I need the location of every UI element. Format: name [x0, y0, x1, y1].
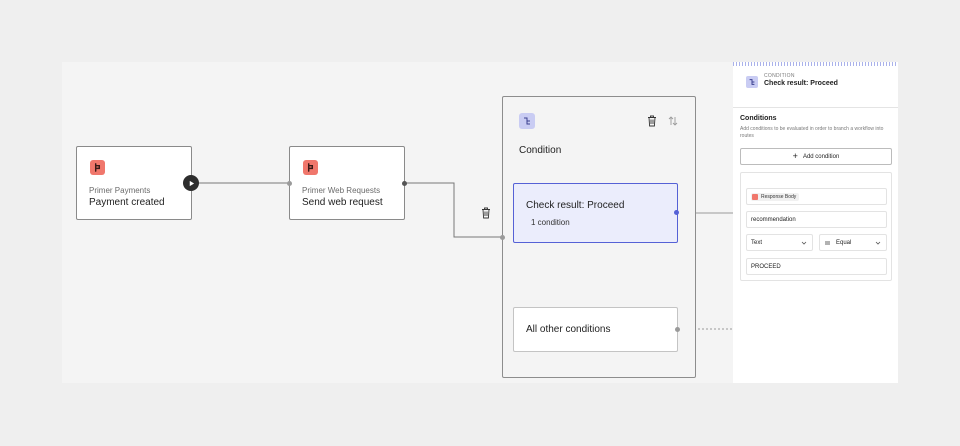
add-condition-button[interactable]: + Add condition: [740, 148, 892, 165]
operator-select[interactable]: Equal: [819, 234, 887, 251]
primer-logo-icon: [303, 160, 318, 175]
chevron-down-icon: [875, 240, 881, 248]
route-check-result-proceed[interactable]: Check result: Proceed 1 condition: [513, 183, 678, 243]
output-port[interactable]: [674, 210, 679, 215]
compare-value: PROCEED: [751, 263, 781, 270]
route-all-other-conditions[interactable]: All other conditions: [513, 307, 678, 352]
section-description: Add conditions to be evaluated in order …: [740, 126, 884, 139]
panel-title: Check result: Proceed: [764, 80, 838, 87]
trash-icon[interactable]: [480, 206, 492, 220]
node-send-web-request[interactable]: Primer Web Requests Send web request: [289, 146, 405, 220]
source-chip-label: Response Body: [761, 193, 797, 200]
panel-kicker: CONDITION: [764, 73, 795, 79]
trash-icon[interactable]: [646, 114, 658, 128]
source-field[interactable]: Response Body: [746, 188, 887, 205]
type-select[interactable]: Text: [746, 234, 813, 251]
operator-value: Equal: [836, 239, 852, 246]
panel-header: CONDITION Check result: Proceed: [733, 66, 898, 108]
output-port[interactable]: [675, 327, 680, 332]
type-value: Text: [751, 239, 763, 246]
primer-logo-icon: [90, 160, 105, 175]
output-port[interactable]: [402, 181, 407, 186]
node-title: Send web request: [302, 197, 383, 208]
path-input[interactable]: recommendation: [746, 211, 887, 228]
primer-logo-icon: [752, 193, 758, 200]
play-icon[interactable]: [183, 175, 199, 191]
condition-title: Condition: [519, 145, 562, 156]
route-title: Check result: Proceed: [526, 200, 625, 211]
input-port[interactable]: [500, 235, 505, 240]
swap-vertical-icon[interactable]: [666, 114, 680, 128]
plus-icon: +: [792, 151, 798, 161]
equals-icon: [824, 240, 831, 246]
condition-node[interactable]: Condition Check result: Proceed 1 condit…: [502, 96, 696, 378]
chevron-down-icon: [801, 240, 807, 248]
condition-settings-panel: CONDITION Check result: Proceed Conditio…: [733, 62, 898, 383]
source-chip[interactable]: Response Body: [751, 192, 800, 201]
condition-card: Response Body recommendation Text Equal …: [740, 172, 892, 281]
node-payment-created[interactable]: Primer Payments Payment created: [76, 146, 192, 220]
node-subtitle: Primer Web Requests: [302, 186, 381, 195]
node-subtitle: Primer Payments: [89, 186, 151, 195]
route-condition-count: 1 condition: [531, 218, 570, 227]
add-condition-label: Add condition: [802, 153, 840, 160]
compare-value-input[interactable]: PROCEED: [746, 258, 887, 275]
condition-branch-icon: [519, 113, 535, 129]
node-title: Payment created: [89, 197, 165, 208]
input-port[interactable]: [287, 181, 292, 186]
section-title: Conditions: [740, 115, 777, 122]
route-title: All other conditions: [526, 324, 611, 335]
path-value: recommendation: [751, 216, 796, 223]
workflow-canvas[interactable]: Primer Payments Payment created Primer W…: [62, 62, 733, 383]
condition-branch-icon: [746, 76, 758, 88]
